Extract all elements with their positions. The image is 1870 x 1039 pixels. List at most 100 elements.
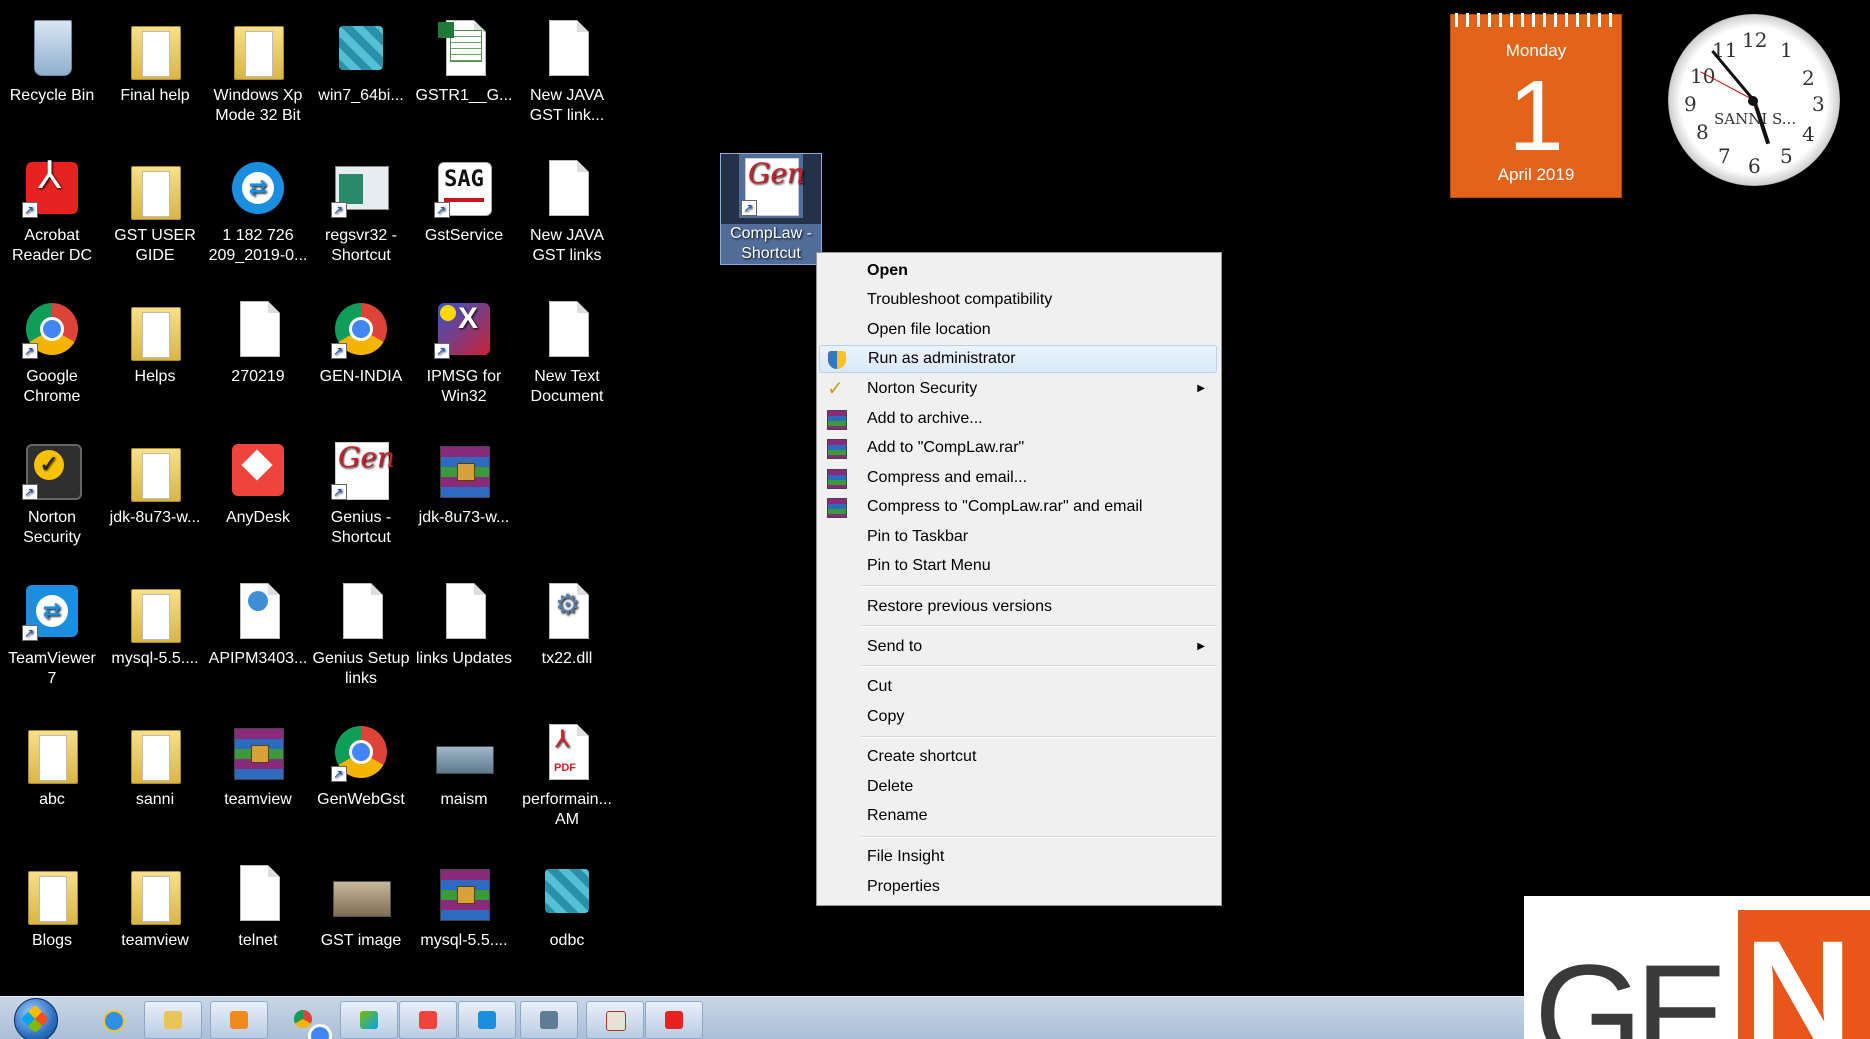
desktop-icon-gst-user-gide[interactable]: GST USER GIDE <box>105 156 205 266</box>
menu-item-open-file-location[interactable]: Open file location <box>819 316 1217 344</box>
desktop-icon-telnet[interactable]: telnet <box>208 861 308 951</box>
menu-item-norton-security[interactable]: ✓ Norton Security ▶ <box>819 375 1217 403</box>
desktop-icon-mysql-rar[interactable]: mysql-5.5.... <box>414 861 514 951</box>
desktop-icon-270219[interactable]: 270219 <box>208 297 308 387</box>
submenu-arrow-icon: ▶ <box>1197 641 1205 652</box>
menu-item-pin-to-start-menu[interactable]: Pin to Start Menu <box>819 552 1217 580</box>
folder-icon <box>20 720 84 784</box>
clock-number: 8 <box>1696 120 1709 144</box>
genius-logo-text: Gen <box>338 441 395 474</box>
calendar-date: 1 <box>1508 60 1564 172</box>
taskbar-acrobat[interactable] <box>645 1001 703 1039</box>
desktop-icon-gst-image[interactable]: GST image <box>311 861 411 951</box>
acrobat-icon <box>665 1011 683 1029</box>
desktop-icon-final-help[interactable]: Final help <box>105 16 205 106</box>
menu-item-rename[interactable]: Rename <box>819 802 1217 830</box>
taskbar-java[interactable] <box>586 1001 644 1039</box>
menu-item-open[interactable]: Open <box>819 257 1217 285</box>
desktop-icon-genwebgst[interactable]: GenWebGst <box>311 720 411 810</box>
menu-item-pin-to-taskbar[interactable]: Pin to Taskbar <box>819 523 1217 551</box>
folder-icon <box>164 1011 182 1029</box>
pdf-icon: ⅄ PDF <box>535 720 599 784</box>
document-icon <box>226 297 290 361</box>
desktop-icon-odbc[interactable]: odbc <box>517 861 617 951</box>
menu-item-add-to-archive[interactable]: Add to archive... <box>819 405 1217 433</box>
taskbar-windows-explorer[interactable] <box>144 1001 202 1039</box>
menu-item-label: Open <box>867 262 908 279</box>
image-thumbnail-icon <box>329 861 393 925</box>
desktop-icon-new-java-gst-links[interactable]: New JAVA GST links <box>517 156 617 266</box>
desktop-icon-recycle-bin[interactable]: Recycle Bin <box>2 16 102 106</box>
icon-label: New JAVA GST link... <box>529 87 605 124</box>
menu-item-compress-to-rar-and-email[interactable]: Compress to "CompLaw.rar" and email <box>819 493 1217 521</box>
start-button[interactable] <box>14 998 58 1039</box>
desktop-icon-win7-64bit[interactable]: win7_64bi... <box>311 16 411 106</box>
desktop-icon-teamview-rar[interactable]: teamview <box>208 720 308 810</box>
desktop-icon-windows-xp-mode[interactable]: Windows Xp Mode 32 Bit <box>208 16 308 126</box>
desktop-icon-new-java-gst-link[interactable]: New JAVA GST link... <box>517 16 617 126</box>
desktop-icon-new-text-document[interactable]: New Text Document <box>517 297 617 407</box>
menu-item-label: Pin to Start Menu <box>867 557 991 574</box>
desktop-icon-acrobat-reader[interactable]: ⅄ Acrobat Reader DC <box>2 156 102 266</box>
menu-item-run-as-administrator[interactable]: Run as administrator <box>819 345 1217 373</box>
document-icon <box>535 156 599 220</box>
icon-label: links Updates <box>415 650 513 667</box>
desktop-icon-teamview-folder[interactable]: teamview <box>105 861 205 951</box>
icon-label: Windows Xp Mode 32 Bit <box>213 87 303 124</box>
clock-gadget[interactable]: 12 1 2 3 4 5 6 7 8 9 10 11 SANNI S... <box>1668 14 1840 186</box>
desktop-icon-genius-shortcut[interactable]: Gen Genius - Shortcut <box>311 438 411 548</box>
menu-separator <box>861 625 1217 627</box>
anydesk-icon <box>226 438 290 502</box>
desktop-icon-regsvr32[interactable]: regsvr32 - Shortcut <box>311 156 411 266</box>
menu-item-send-to[interactable]: Send to ▶ <box>819 633 1217 661</box>
desktop-icon-maism[interactable]: maism <box>414 720 514 810</box>
folder-icon <box>226 16 290 80</box>
desktop-icon-norton-security[interactable]: ✓ Norton Security <box>2 438 102 548</box>
calendar-gadget[interactable]: Monday 1 April 2019 <box>1450 13 1622 198</box>
icon-label: New JAVA GST links <box>529 227 605 264</box>
menu-item-create-shortcut[interactable]: Create shortcut <box>819 743 1217 771</box>
desktop-icon-ipmsg[interactable]: X IPMSG for Win32 <box>414 297 514 407</box>
taskbar-windows-xp-mode[interactable] <box>340 1001 398 1039</box>
folder-icon <box>123 861 187 925</box>
taskbar-media-player[interactable] <box>210 1001 268 1039</box>
menu-item-file-insight[interactable]: File Insight <box>819 843 1217 871</box>
taskbar-teamviewer[interactable] <box>458 1001 516 1039</box>
desktop-icon-google-chrome[interactable]: Google Chrome <box>2 297 102 407</box>
desktop-icon-helps[interactable]: Helps <box>105 297 205 387</box>
menu-item-copy[interactable]: Copy <box>819 703 1217 731</box>
icon-label: New Text Document <box>530 368 604 405</box>
desktop-icon-gstr1[interactable]: GSTR1__G... <box>414 16 514 106</box>
desktop-icon-jdk-rar[interactable]: jdk-8u73-w... <box>414 438 514 528</box>
taskbar-anydesk[interactable] <box>399 1001 457 1039</box>
desktop-icon-links-updates[interactable]: links Updates <box>414 579 514 669</box>
desktop-icon-complaw-shortcut[interactable]: Gen CompLaw - Shortcut <box>720 153 822 265</box>
desktop-icon-mysql-folder[interactable]: mysql-5.5.... <box>105 579 205 669</box>
desktop-icon-teamviewer[interactable]: ⇄ TeamViewer 7 <box>2 579 102 689</box>
desktop-icon-gstservice[interactable]: SAG GstService <box>414 156 514 246</box>
taskbar-google-chrome[interactable] <box>275 1001 332 1039</box>
taskbar-internet-explorer[interactable] <box>84 1001 140 1037</box>
menu-item-properties[interactable]: Properties <box>819 873 1217 901</box>
desktop-icon-genius-setup-links[interactable]: Genius Setup links <box>311 579 411 689</box>
icon-label: telnet <box>238 932 278 949</box>
menu-item-restore-previous-versions[interactable]: Restore previous versions <box>819 593 1217 621</box>
desktop-icon-tx22-dll[interactable]: ⚙ tx22.dll <box>517 579 617 669</box>
menu-item-cut[interactable]: Cut <box>819 673 1217 701</box>
menu-item-compress-and-email[interactable]: Compress and email... <box>819 464 1217 492</box>
taskbar-system-window[interactable] <box>520 1001 578 1039</box>
desktop-icon-performain-am[interactable]: ⅄ PDF performain... AM <box>517 720 617 830</box>
menu-item-delete[interactable]: Delete <box>819 773 1217 801</box>
desktop-icon-sanni[interactable]: sanni <box>105 720 205 810</box>
desktop-icon-gen-india[interactable]: GEN-INDIA <box>311 297 411 387</box>
desktop-icon-abc[interactable]: abc <box>2 720 102 810</box>
desktop-icon-teamviewer-file[interactable]: ⇄ 1 182 726 209_2019-0... <box>208 156 308 266</box>
desktop-icon-anydesk[interactable]: AnyDesk <box>208 438 308 528</box>
menu-item-label: Open file location <box>867 321 991 338</box>
desktop-icon-blogs[interactable]: Blogs <box>2 861 102 951</box>
desktop-icon-jdk-folder[interactable]: jdk-8u73-w... <box>105 438 205 528</box>
desktop-icon-apipm[interactable]: APIPM3403... <box>208 579 308 669</box>
menu-item-troubleshoot-compatibility[interactable]: Troubleshoot compatibility <box>819 286 1217 314</box>
icon-label: Final help <box>120 87 190 104</box>
menu-item-add-to-complaw-rar[interactable]: Add to "CompLaw.rar" <box>819 434 1217 462</box>
